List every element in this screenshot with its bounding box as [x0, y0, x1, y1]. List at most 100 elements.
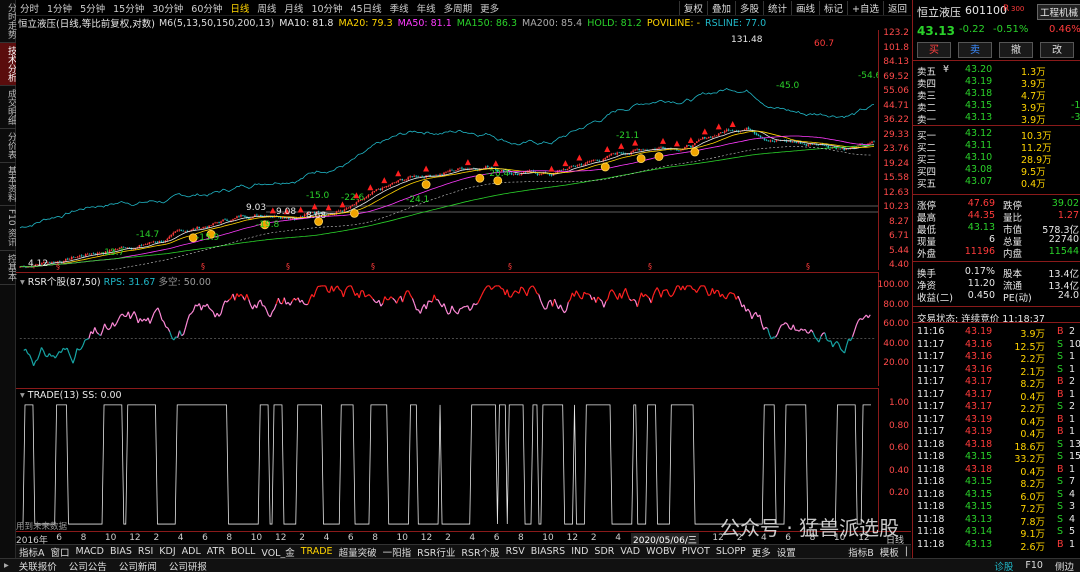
indicator-tab-12[interactable]: 一阳指 [380, 545, 415, 559]
indicator-tab-19[interactable]: VAD [617, 546, 643, 557]
indicator-tab-20[interactable]: WOBV [643, 546, 679, 557]
tool-button-5[interactable]: 标记 [819, 1, 847, 15]
status-right-0[interactable]: 诊股 [988, 559, 1019, 572]
period-tab-14[interactable]: 更多 [476, 1, 503, 15]
indicator-tab-15[interactable]: RSV [503, 546, 528, 557]
status-right-2[interactable]: 侧边 [1049, 559, 1080, 572]
indicator-tab-0[interactable]: 指标A [16, 545, 48, 559]
period-tab-10[interactable]: 45日线 [347, 1, 386, 15]
candle-body [686, 145, 688, 147]
bottom-right-0[interactable]: 指标B [845, 545, 877, 559]
ask-row[interactable]: 卖五 ¥43.20 1.3万 [913, 64, 1080, 78]
period-tab-12[interactable]: 年线 [413, 1, 440, 15]
indicator-tab-17[interactable]: IND [568, 546, 591, 557]
rsr-indicator-chart[interactable] [16, 272, 878, 386]
indicator-tab-6[interactable]: ADL [179, 546, 204, 557]
tick-count: 1 [1069, 426, 1076, 437]
tool-button-4[interactable]: 画线 [790, 1, 819, 15]
status-right-1[interactable]: F10 [1019, 560, 1049, 571]
rsr-segment [826, 339, 830, 342]
tool-button-2[interactable]: 多股 [734, 1, 763, 15]
trade-button-2[interactable]: 撤 [999, 42, 1033, 58]
rsr-rps: RPS: 31.67 [103, 277, 156, 288]
left-tab-1[interactable]: 技术分析 [0, 43, 16, 86]
kline-chart[interactable]: 131.48 4.12 60.7 -13.7 -15.9 -15.0 -22.6 -24.1 -… [16, 30, 878, 270]
trade-indicator-chart[interactable] [16, 388, 878, 530]
indicator-tab-3[interactable]: BIAS [107, 546, 135, 557]
period-tab-4[interactable]: 30分钟 [148, 1, 187, 15]
tool-button-0[interactable]: 复权 [678, 1, 707, 15]
tool-button-1[interactable]: 叠加 [706, 1, 735, 15]
candle-body [351, 204, 354, 206]
period-tab-8[interactable]: 月线 [280, 1, 307, 15]
period-tab-9[interactable]: 10分钟 [307, 1, 346, 15]
indicator-tab-10[interactable]: TRADE [298, 546, 336, 557]
tool-button-3[interactable]: 统计 [762, 1, 791, 15]
bid-row[interactable]: 买一 43.12 10.3万 [913, 128, 1080, 142]
candle-body [232, 219, 234, 221]
left-tab-2[interactable]: 成交明细 [0, 86, 16, 129]
industry-button[interactable]: 工程机械 [1037, 4, 1080, 20]
indicator-tab-4[interactable]: RSI [135, 546, 156, 557]
period-tab-6[interactable]: 日线 [226, 1, 253, 15]
rsr-segment [498, 285, 502, 289]
status-arrow-icon[interactable]: ▸ [0, 560, 13, 571]
period-tab-0[interactable]: 分时 [16, 1, 43, 15]
indicator-tab-21[interactable]: PIVOT [679, 546, 713, 557]
indicator-tab-14[interactable]: RSR个股 [458, 545, 502, 559]
indicator-tab-13[interactable]: RSR行业 [414, 545, 458, 559]
ask-row[interactable]: 卖四 43.19 3.9万 [913, 76, 1080, 90]
indicator-tab-7[interactable]: ATR [204, 546, 228, 557]
trade-button-3[interactable]: 改 [1040, 42, 1074, 58]
tick-count: 4 [1069, 513, 1076, 525]
rsr-segment [352, 290, 356, 296]
bid-row[interactable]: 买二 43.11 11.2万 [913, 140, 1080, 154]
ask-row[interactable]: 卖一 43.13 3.9万 -3 [913, 112, 1080, 126]
status-link-3[interactable]: 公司研报 [163, 559, 213, 572]
indicator-tab-24[interactable]: 设置 [774, 545, 799, 559]
left-tab-4[interactable]: 基本资料 [0, 163, 16, 206]
status-link-1[interactable]: 公司公告 [63, 559, 113, 572]
indicator-tab-22[interactable]: SLOPP [713, 546, 749, 557]
time-tick: 10 [542, 533, 554, 543]
trade-button-0[interactable]: 买 [917, 42, 951, 58]
rsr-menu-icon[interactable]: ▾ [20, 277, 28, 288]
left-tab-3[interactable]: 分价表 [0, 129, 16, 163]
bid-row[interactable]: 买四 43.08 9.5万 [913, 164, 1080, 178]
left-tab-6[interactable]: 控基本 [0, 251, 16, 285]
bottom-right-1[interactable]: 模板 [877, 545, 902, 559]
candle-body [417, 176, 419, 178]
trade-button-1[interactable]: 卖 [958, 42, 992, 58]
ask-row[interactable]: 卖二 43.15 3.9万 -1 [913, 100, 1080, 114]
indicator-tab-2[interactable]: MACD [73, 546, 107, 557]
indicator-tab-5[interactable]: KDJ [156, 546, 178, 557]
bid-row[interactable]: 买三 43.10 28.9万 [913, 152, 1080, 166]
indicator-tab-11[interactable]: 超量突破 [336, 545, 380, 559]
status-link-2[interactable]: 公司新闻 [113, 559, 163, 572]
left-tab-0[interactable]: 分时走势 [0, 0, 16, 43]
period-tab-2[interactable]: 5分钟 [76, 1, 109, 15]
bottom-right-2[interactable]: | [902, 546, 911, 557]
candle-body [90, 253, 93, 255]
ask-row[interactable]: 卖三 43.18 4.7万 [913, 88, 1080, 102]
left-tab-5[interactable]: F10 资讯 [0, 206, 16, 251]
indicator-tab-23[interactable]: 更多 [749, 545, 774, 559]
period-tab-3[interactable]: 15分钟 [109, 1, 148, 15]
tick-side: B [1057, 388, 1064, 400]
trade-menu-icon[interactable]: ▾ [20, 390, 28, 401]
indicator-tab-18[interactable]: SDR [591, 546, 617, 557]
indicator-tab-1[interactable]: 窗口 [48, 545, 73, 559]
status-link-0[interactable]: 关联报价 [13, 559, 63, 572]
period-tab-1[interactable]: 1分钟 [43, 1, 76, 15]
indicator-tab-16[interactable]: BIASRS [528, 546, 568, 557]
period-tab-7[interactable]: 周线 [253, 1, 280, 15]
period-tab-5[interactable]: 60分钟 [187, 1, 226, 15]
bid-row[interactable]: 买五 43.07 0.4万 [913, 176, 1080, 190]
period-tab-13[interactable]: 多周期 [440, 1, 477, 15]
period-tab-11[interactable]: 季线 [386, 1, 413, 15]
marker-icon: § [371, 262, 375, 270]
tool-button-7[interactable]: 返回 [882, 1, 911, 15]
indicator-tab-9[interactable]: VOL_金 [258, 545, 297, 559]
indicator-tab-8[interactable]: BOLL [228, 546, 258, 557]
tool-button-6[interactable]: +自选 [847, 1, 883, 15]
